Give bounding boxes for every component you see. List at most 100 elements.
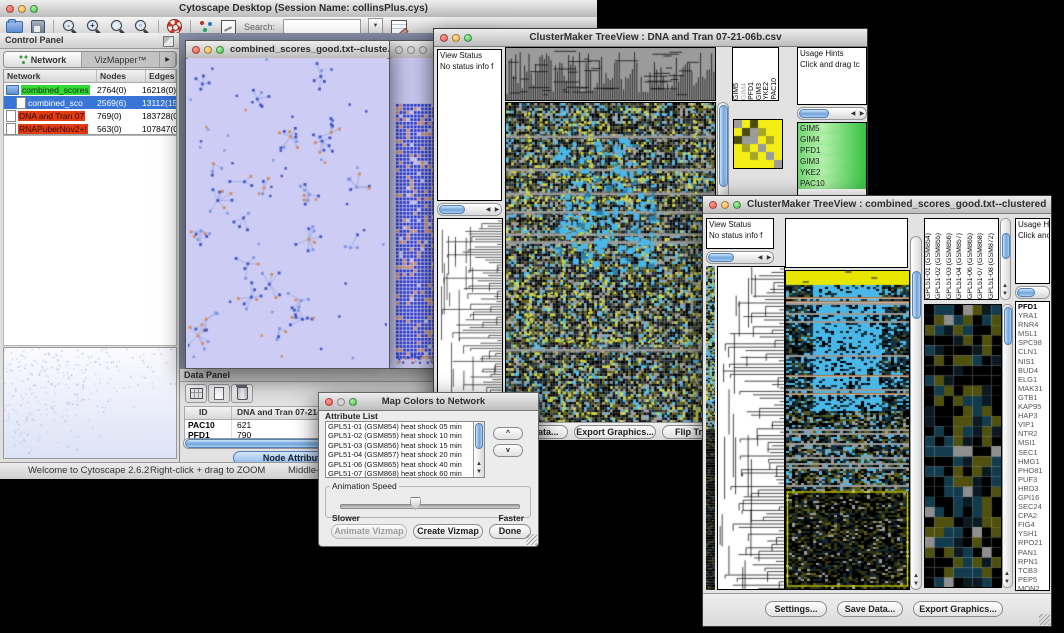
- gene-label[interactable]: PAN1: [1016, 548, 1049, 557]
- gene-label[interactable]: GPI16: [1016, 493, 1049, 502]
- gene-label[interactable]: FIG4: [1016, 520, 1049, 529]
- tv2-zoom-vscrollbar[interactable]: ▲ ▼: [1002, 304, 1013, 588]
- minimize-button[interactable]: [721, 201, 729, 209]
- zoom-button[interactable]: [30, 5, 38, 13]
- export-graphics-button[interactable]: Export Graphics...: [574, 425, 656, 439]
- tv1-zoom-heatmap[interactable]: [733, 119, 783, 169]
- column-label[interactable]: GPL51-08 (GSM872): [988, 233, 998, 299]
- attribute-item[interactable]: GPL51-02 (GSM855) heat shock 10 min: [326, 431, 484, 440]
- scroll-right-arrow[interactable]: ▶: [765, 255, 773, 262]
- gene-label[interactable]: TCB3: [1016, 566, 1049, 575]
- float-panel-icon[interactable]: [163, 36, 174, 47]
- zoom-button[interactable]: [349, 398, 357, 406]
- tab-vizmapper[interactable]: VizMapper™: [82, 52, 160, 67]
- vscroll-thumb[interactable]: [475, 423, 483, 449]
- scroll-left-arrow[interactable]: ◀: [756, 255, 764, 262]
- scroll-left-arrow[interactable]: ◀: [484, 207, 492, 214]
- column-label[interactable]: GPL51-07 (GSM868): [977, 233, 987, 299]
- column-label[interactable]: GPL51-02 (GSM855): [935, 233, 945, 299]
- gene-label[interactable]: MSL1: [1016, 329, 1049, 338]
- attribute-list-vscrollbar[interactable]: ▲ ▼: [473, 422, 484, 477]
- scroll-up-arrow[interactable]: ▲: [1003, 571, 1011, 578]
- scroll-up-arrow[interactable]: ▲: [1001, 283, 1009, 290]
- search-input[interactable]: [283, 19, 361, 34]
- birdseye-view[interactable]: [3, 347, 177, 459]
- minimize-button[interactable]: [407, 46, 415, 54]
- gene-label[interactable]: YSH1: [1016, 529, 1049, 538]
- hscroll-thumb[interactable]: [1017, 288, 1035, 297]
- gene-label[interactable]: RNR4: [1016, 320, 1049, 329]
- gene-label[interactable]: GIM4: [798, 134, 866, 145]
- zoom-button[interactable]: [733, 201, 741, 209]
- attribute-item[interactable]: GPL51-07 (GSM868) heat shock 60 min: [326, 469, 484, 478]
- tv2-usage-hints-hscrollbar[interactable]: [1015, 286, 1050, 299]
- gene-label[interactable]: SEC24: [1016, 502, 1049, 511]
- network-table-header[interactable]: Network Nodes Edges: [4, 70, 176, 83]
- minimize-button[interactable]: [204, 46, 212, 54]
- done-button[interactable]: Done: [489, 524, 531, 539]
- gene-label[interactable]: PUF3: [1016, 475, 1049, 484]
- dialog-titlebar[interactable]: Map Colors to Network: [319, 393, 538, 411]
- close-button[interactable]: [395, 46, 403, 54]
- minimize-button[interactable]: [18, 5, 26, 13]
- save-data-button[interactable]: Save Data...: [837, 601, 903, 617]
- move-down-button[interactable]: v: [493, 444, 523, 457]
- close-button[interactable]: [325, 398, 333, 406]
- column-label[interactable]: GPL51-06 (GSM865): [967, 233, 977, 299]
- minimize-button[interactable]: [337, 398, 345, 406]
- delete-attribute-button[interactable]: [231, 384, 253, 403]
- gene-label[interactable]: VIP1: [1016, 420, 1049, 429]
- save-icon[interactable]: [31, 20, 45, 34]
- column-label[interactable]: YKE2: [763, 82, 771, 100]
- network-tree-row[interactable]: DNA and Tran 07 769(0) 183728(0): [4, 109, 176, 122]
- hscroll-thumb[interactable]: [439, 205, 465, 214]
- gene-label[interactable]: PFD1: [798, 145, 866, 156]
- gene-label[interactable]: PHO81: [1016, 466, 1049, 475]
- network-view-1-canvas[interactable]: [188, 58, 387, 366]
- col-id[interactable]: ID: [185, 407, 232, 419]
- gene-label[interactable]: HRD3: [1016, 484, 1049, 493]
- speed-slider-track[interactable]: [340, 504, 520, 509]
- tv2-view-status-hscrollbar[interactable]: ◀ ▶: [706, 251, 774, 264]
- scroll-down-arrow[interactable]: ▼: [1003, 579, 1011, 586]
- hscroll-thumb[interactable]: [799, 109, 829, 118]
- open-file-icon[interactable]: [6, 21, 23, 33]
- attribute-item[interactable]: GPL51-01 (GSM854) heat shock 05 min: [326, 422, 484, 431]
- gene-label[interactable]: SEC1: [1016, 448, 1049, 457]
- gene-label[interactable]: GTB1: [1016, 393, 1049, 402]
- column-label[interactable]: GPL51-04 (GSM857): [956, 233, 966, 299]
- gene-label[interactable]: MAK31: [1016, 384, 1049, 393]
- hscroll-thumb[interactable]: [708, 253, 734, 262]
- tv2-global-heatmap[interactable]: [785, 270, 910, 590]
- zoom-button[interactable]: [464, 34, 472, 42]
- vscroll-thumb[interactable]: [912, 271, 921, 319]
- tv1-global-heatmap[interactable]: [505, 102, 716, 423]
- scroll-up-arrow[interactable]: ▲: [475, 461, 483, 468]
- zoom-button[interactable]: [419, 46, 427, 54]
- gene-label[interactable]: SPC98: [1016, 338, 1049, 347]
- net1-titlebar[interactable]: combined_scores_good.txt--cluste...: [186, 41, 389, 59]
- tv2-zoom-heatmap[interactable]: [924, 304, 1002, 588]
- gene-label[interactable]: YRA1: [1016, 311, 1049, 320]
- col-edges[interactable]: Edges: [146, 70, 176, 82]
- column-label[interactable]: GIM5: [733, 83, 741, 100]
- gene-label[interactable]: CLN1: [1016, 347, 1049, 356]
- attribute-item[interactable]: GPL51-04 (GSM857) heat shock 20 min: [326, 450, 484, 459]
- settings-button[interactable]: Settings...: [765, 601, 827, 617]
- scroll-down-arrow[interactable]: ▼: [1001, 291, 1009, 298]
- vizmapper-nodes-icon[interactable]: [199, 20, 213, 33]
- scroll-down-arrow[interactable]: ▼: [475, 469, 483, 476]
- gene-label[interactable]: RPN1: [1016, 557, 1049, 566]
- tv1-view-status-hscrollbar[interactable]: ◀ ▶: [437, 203, 502, 216]
- network-tree-row[interactable]: RNAPuberNov2+! 563(0) 107847(0): [4, 122, 176, 135]
- close-button[interactable]: [709, 201, 717, 209]
- column-label[interactable]: GIM3: [756, 83, 764, 100]
- attribute-item[interactable]: GPL51-03 (GSM856) heat shock 15 min: [326, 441, 484, 450]
- column-label[interactable]: GIM4: [741, 83, 749, 100]
- gene-label[interactable]: GIM3: [798, 156, 866, 167]
- annotation-icon[interactable]: [221, 20, 236, 34]
- gene-label[interactable]: CPA2: [1016, 511, 1049, 520]
- scroll-right-arrow[interactable]: ▶: [858, 111, 866, 118]
- gene-label[interactable]: NIS1: [1016, 357, 1049, 366]
- close-button[interactable]: [192, 46, 200, 54]
